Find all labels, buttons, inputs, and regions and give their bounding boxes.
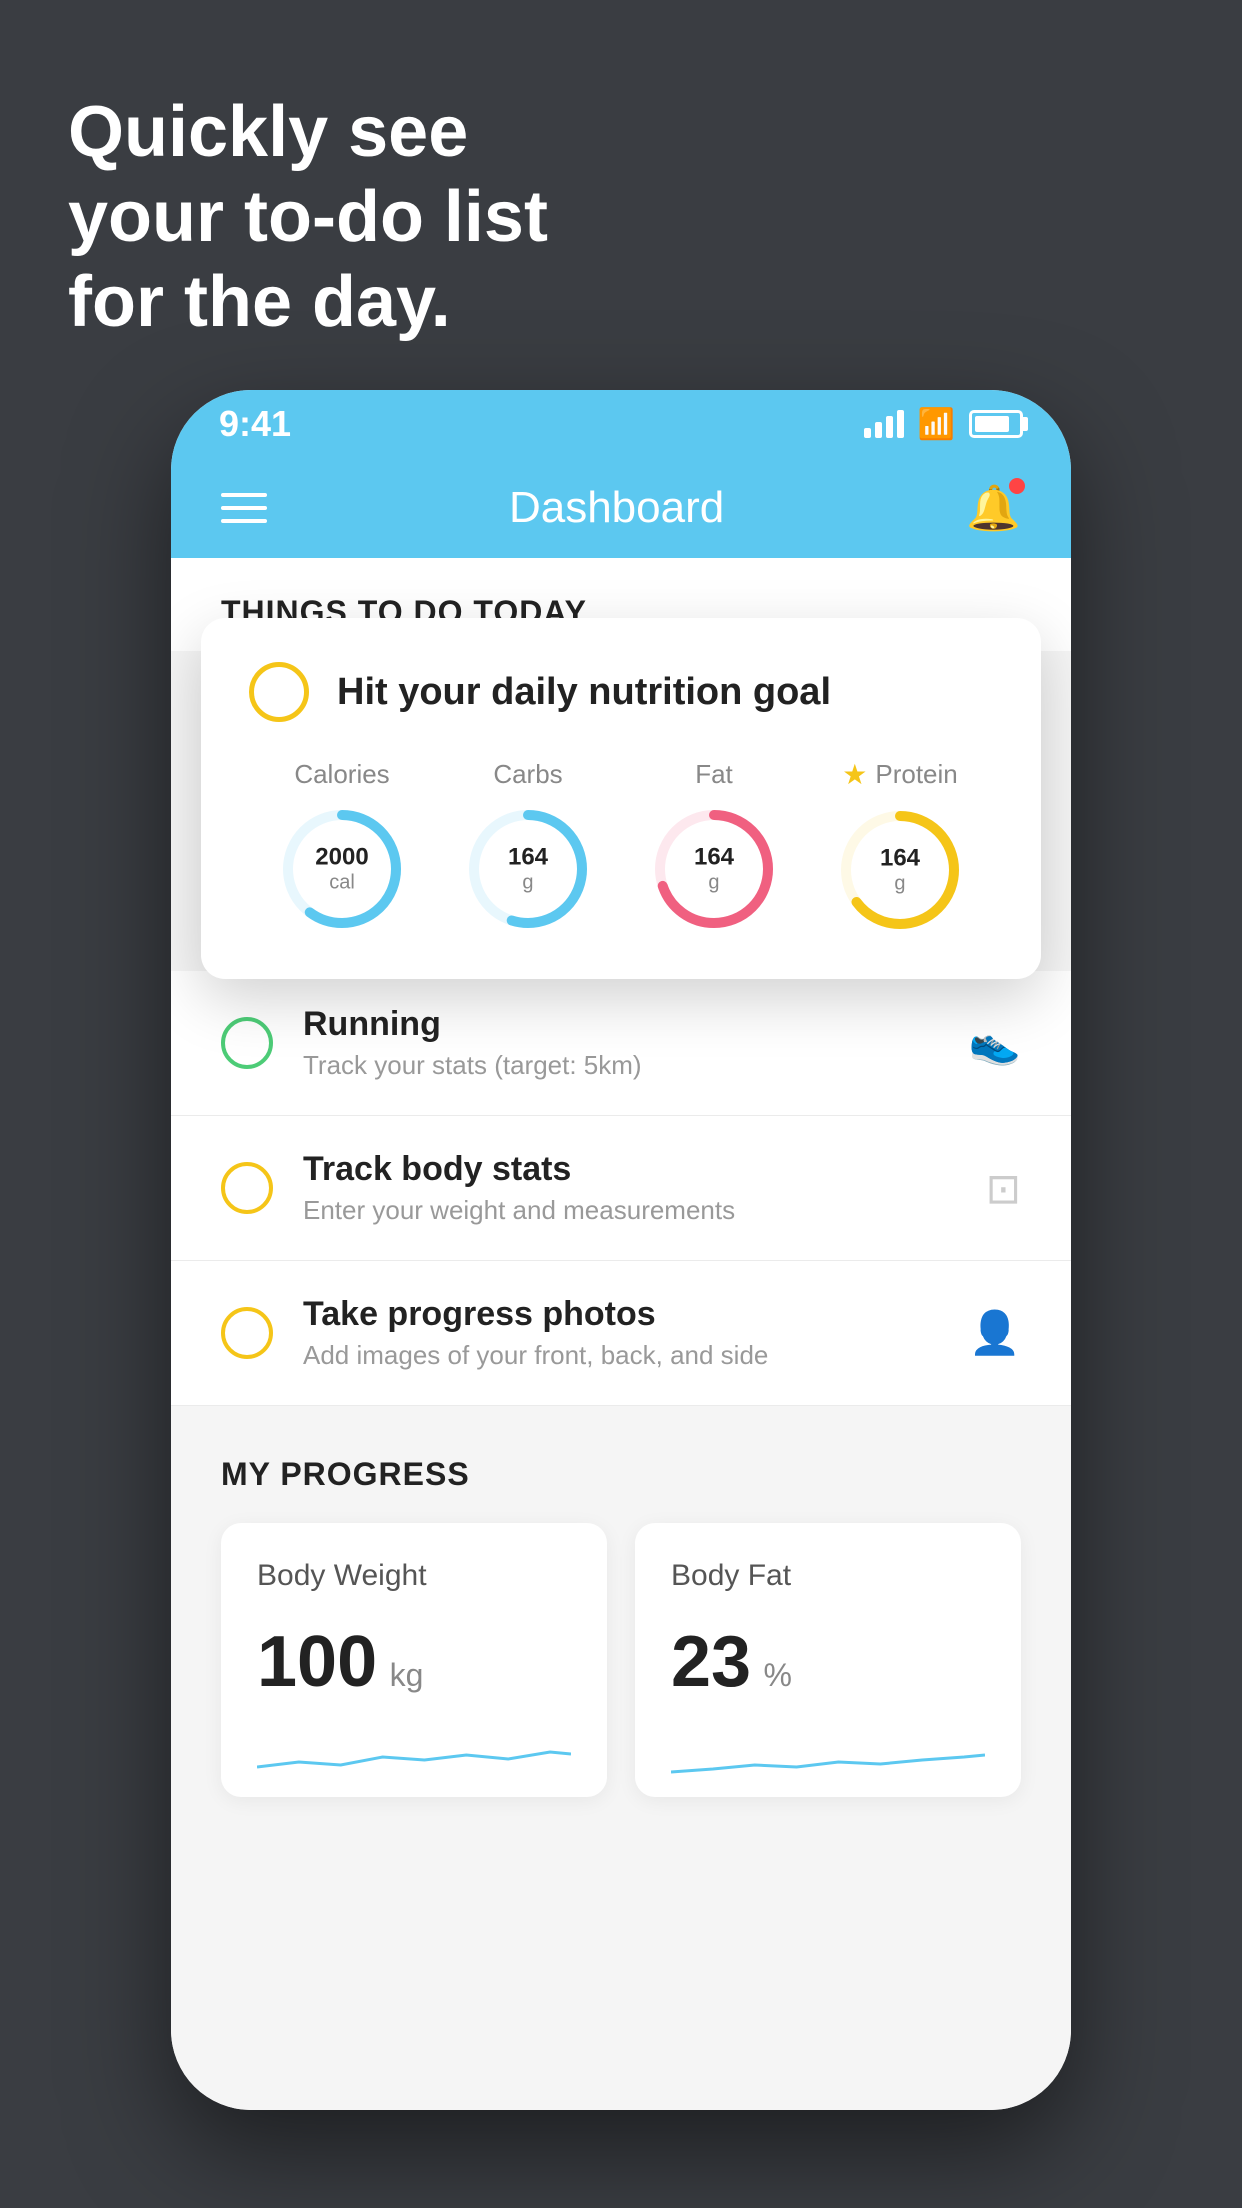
fat-label: Fat (695, 759, 733, 790)
carbs-value: 164g (508, 844, 548, 895)
progress-section: MY PROGRESS Body Weight 100 kg (171, 1456, 1071, 1797)
body-fat-title: Body Fat (671, 1559, 985, 1593)
progress-section-title: MY PROGRESS (221, 1456, 1021, 1493)
headline: Quickly see your to-do list for the day. (68, 90, 548, 345)
fat-value: 164g (694, 844, 734, 895)
status-time: 9:41 (219, 403, 291, 445)
protein-label: ★ Protein (842, 758, 958, 791)
stat-calories: Calories 2000cal (277, 759, 407, 934)
body-fat-card[interactable]: Body Fat 23 % (635, 1523, 1021, 1797)
wifi-icon: 📶 (918, 407, 955, 442)
content-area: THINGS TO DO TODAY Hit your daily nutrit… (171, 558, 1071, 2110)
hamburger-line (221, 506, 267, 510)
battery-icon (969, 410, 1023, 438)
body-fat-unit: % (764, 1657, 792, 1693)
phone-frame: 9:41 📶 Dashboard 🔔 TH (171, 390, 1071, 2110)
nutrition-check-circle (249, 662, 309, 722)
body-weight-unit: kg (390, 1657, 424, 1693)
stat-carbs: Carbs 164g (463, 759, 593, 934)
body-weight-card[interactable]: Body Weight 100 kg (221, 1523, 607, 1797)
running-icon: 👟 (969, 1019, 1021, 1068)
body-weight-title: Body Weight (257, 1559, 571, 1593)
nutrition-title-row: Hit your daily nutrition goal (249, 662, 993, 722)
protein-value: 164g (880, 845, 920, 896)
todo-circle-progress-photos (221, 1307, 273, 1359)
nutrition-title: Hit your daily nutrition goal (337, 671, 831, 714)
calories-ring: 2000cal (277, 804, 407, 934)
todo-circle-running (221, 1017, 273, 1069)
body-fat-chart (671, 1727, 985, 1797)
todo-item-progress-photos[interactable]: Take progress photos Add images of your … (171, 1261, 1071, 1406)
star-icon: ★ (842, 758, 867, 791)
calories-value: 2000cal (315, 844, 368, 895)
status-bar: 9:41 📶 (171, 390, 1071, 458)
headline-line3: for the day. (68, 260, 548, 345)
todo-text-body-stats: Track body stats Enter your weight and m… (303, 1150, 956, 1226)
todo-title-running: Running (303, 1005, 939, 1044)
body-fat-value: 23 (671, 1622, 751, 1702)
notification-button[interactable]: 🔔 (966, 482, 1021, 534)
todo-subtitle-running: Track your stats (target: 5km) (303, 1050, 939, 1081)
nutrition-stats: Calories 2000cal Carbs (249, 758, 993, 935)
fat-ring: 164g (649, 804, 779, 934)
hamburger-line (221, 493, 267, 497)
todo-title-body-stats: Track body stats (303, 1150, 956, 1189)
notification-badge (1009, 478, 1025, 494)
person-icon: 👤 (969, 1309, 1021, 1358)
stat-protein: ★ Protein 164g (835, 758, 965, 935)
headline-line1: Quickly see (68, 90, 548, 175)
todo-title-progress-photos: Take progress photos (303, 1295, 939, 1334)
headline-line2: your to-do list (68, 175, 548, 260)
body-weight-chart (257, 1727, 571, 1797)
signal-icon (864, 410, 904, 438)
app-header: Dashboard 🔔 (171, 458, 1071, 558)
todo-item-running[interactable]: Running Track your stats (target: 5km) 👟 (171, 971, 1071, 1116)
todo-text-progress-photos: Take progress photos Add images of your … (303, 1295, 939, 1371)
hamburger-line (221, 519, 267, 523)
todo-item-body-stats[interactable]: Track body stats Enter your weight and m… (171, 1116, 1071, 1261)
menu-button[interactable] (221, 493, 267, 523)
protein-ring: 164g (835, 805, 965, 935)
todo-text-running: Running Track your stats (target: 5km) (303, 1005, 939, 1081)
body-weight-value-row: 100 kg (257, 1621, 571, 1703)
body-weight-value: 100 (257, 1622, 377, 1702)
todo-list: Running Track your stats (target: 5km) 👟… (171, 971, 1071, 1406)
stat-fat: Fat 164g (649, 759, 779, 934)
todo-subtitle-progress-photos: Add images of your front, back, and side (303, 1340, 939, 1371)
carbs-label: Carbs (493, 759, 562, 790)
todo-subtitle-body-stats: Enter your weight and measurements (303, 1195, 956, 1226)
carbs-ring: 164g (463, 804, 593, 934)
page-title: Dashboard (509, 483, 724, 533)
calories-label: Calories (294, 759, 389, 790)
todo-circle-body-stats (221, 1162, 273, 1214)
scale-icon: ⊡ (986, 1164, 1021, 1213)
body-fat-value-row: 23 % (671, 1621, 985, 1703)
nutrition-card[interactable]: Hit your daily nutrition goal Calories 2… (201, 618, 1041, 979)
progress-cards: Body Weight 100 kg Body Fat 23 (221, 1523, 1021, 1797)
status-icons: 📶 (864, 407, 1023, 442)
